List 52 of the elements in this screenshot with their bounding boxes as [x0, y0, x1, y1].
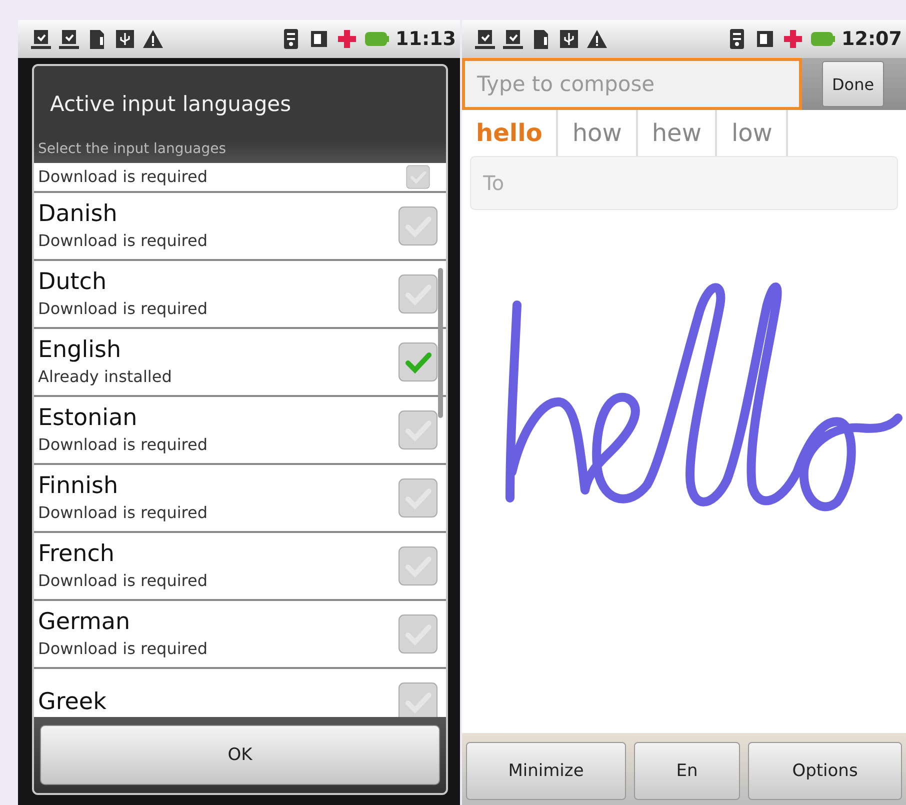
- language-name: Danish: [38, 200, 118, 229]
- checkbox[interactable]: [398, 206, 438, 246]
- language-name: French: [38, 540, 116, 569]
- download-icon: [474, 28, 496, 50]
- checkbox[interactable]: [398, 682, 438, 717]
- checkbox[interactable]: [398, 478, 438, 518]
- done-button[interactable]: Done: [822, 61, 884, 107]
- plus-icon: [782, 28, 804, 50]
- warning-icon: [142, 28, 164, 50]
- language-name: Estonian: [38, 404, 138, 433]
- language-name: Finnish: [38, 472, 120, 501]
- to-field[interactable]: To: [470, 156, 898, 210]
- language-status: Download is required: [38, 570, 209, 592]
- language-status: Download is required: [38, 230, 209, 252]
- plus-icon: [336, 28, 358, 50]
- language-status: Download is required: [38, 434, 209, 456]
- language-item[interactable]: German Download is required: [34, 601, 446, 669]
- language-name: English: [38, 336, 122, 365]
- scrollbar[interactable]: [438, 268, 443, 418]
- language-name: Greek: [38, 688, 108, 717]
- language-status: Download is required: [38, 298, 209, 320]
- language-status: Download is required: [38, 166, 209, 188]
- category-label: Select the input languages: [38, 141, 226, 157]
- language-name: German: [38, 608, 132, 637]
- download-icon: [502, 28, 524, 50]
- checkbox[interactable]: [398, 274, 438, 314]
- download-icon: [58, 28, 80, 50]
- warning-icon: [586, 28, 608, 50]
- keyboard-button[interactable]: En: [634, 742, 740, 800]
- language-item[interactable]: Finnish Download is required: [34, 465, 446, 533]
- language-name: Dutch: [38, 268, 108, 297]
- usb-icon: [114, 28, 136, 50]
- download-icon: [30, 28, 52, 50]
- status-time: 12:07: [842, 28, 902, 50]
- language-status: Download is required: [38, 502, 209, 524]
- language-item[interactable]: Download is required: [34, 163, 446, 193]
- checkbox[interactable]: [398, 410, 438, 450]
- compose-field[interactable]: Type to compose: [462, 58, 802, 110]
- language-item[interactable]: French Download is required: [34, 533, 446, 601]
- keyboard-button[interactable]: Minimize: [466, 742, 626, 800]
- language-item[interactable]: Estonian Download is required: [34, 397, 446, 465]
- language-item[interactable]: Danish Download is required: [34, 193, 446, 261]
- checkbox[interactable]: [398, 614, 438, 654]
- language-status: Already installed: [38, 366, 173, 388]
- ok-button[interactable]: OK: [40, 725, 440, 785]
- checkbox[interactable]: [398, 546, 438, 586]
- dialog-title: Active input languages: [49, 90, 292, 118]
- usb-icon: [558, 28, 580, 50]
- language-status: Download is required: [38, 638, 209, 660]
- status-time: 11:13: [396, 28, 456, 50]
- checkbox[interactable]: [398, 342, 438, 382]
- keyboard-button[interactable]: Options: [748, 742, 902, 800]
